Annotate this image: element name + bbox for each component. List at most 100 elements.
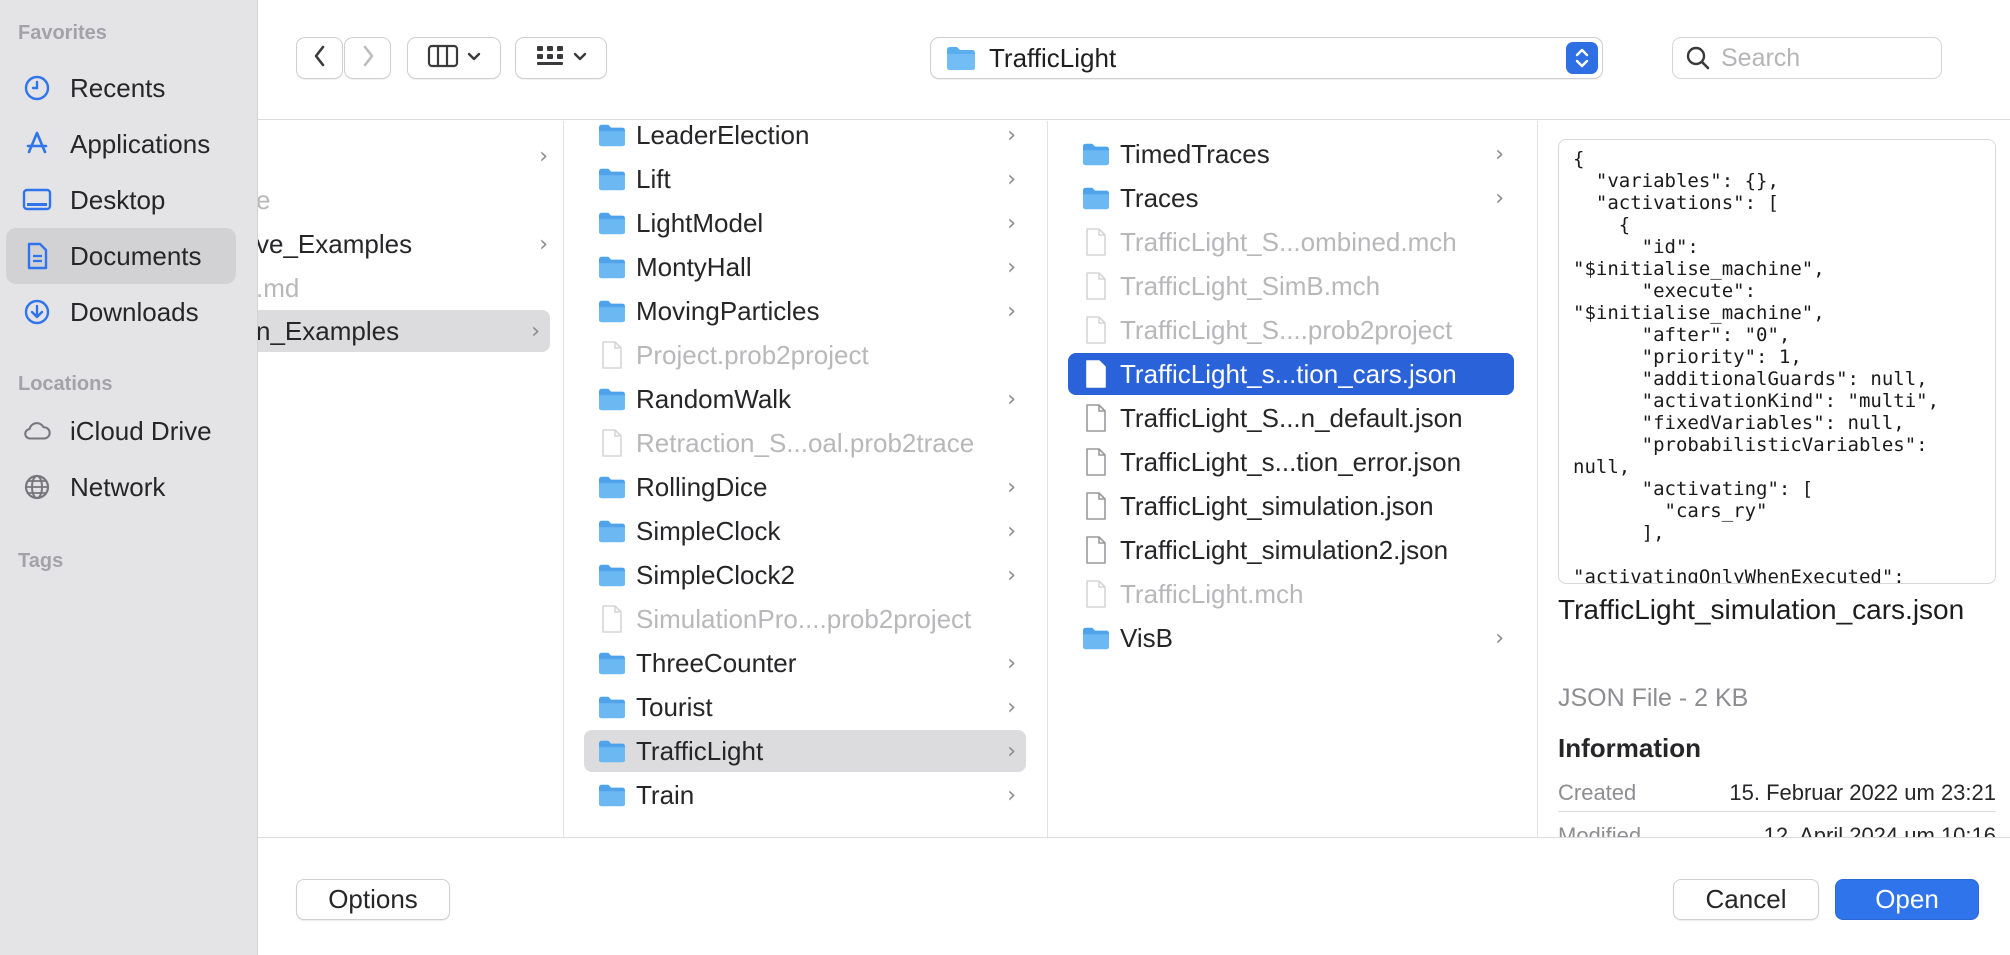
sidebar: Favorites Recents Applications Desktop D…	[0, 0, 258, 955]
folder-item[interactable]: VisB ›	[1068, 617, 1514, 659]
forward-button[interactable]	[344, 37, 391, 79]
file-content-preview[interactable]: { "variables": {}, "activations": [ { "i…	[1558, 139, 1996, 584]
file-item[interactable]: TrafficLight_S...ombined.mch	[1068, 221, 1514, 263]
folder-item[interactable]: Tourist ›	[584, 686, 1026, 728]
open-button[interactable]: Open	[1835, 879, 1979, 920]
info-modified-value: 12. April 2024 um 10:16	[1763, 823, 1996, 837]
columns-view-icon	[427, 43, 459, 74]
folder-item[interactable]: SimpleClock ›	[584, 510, 1026, 552]
folder-item[interactable]: TimedTraces ›	[1068, 133, 1514, 175]
file-icon	[1080, 271, 1112, 301]
item-label: Retraction_S...oal.prob2trace	[636, 427, 975, 458]
folder-item[interactable]: MovingParticles ›	[584, 290, 1026, 332]
sidebar-item-icloud-drive[interactable]: iCloud Drive	[6, 403, 236, 459]
list-item[interactable]: ›	[258, 135, 558, 177]
chevron-right-icon: ›	[1007, 387, 1016, 412]
folder-item[interactable]: Traces ›	[1068, 177, 1514, 219]
folder-item[interactable]: MontyHall ›	[584, 246, 1026, 288]
file-icon	[1080, 535, 1112, 565]
file-item[interactable]: TrafficLight_s...tion_error.json	[1068, 441, 1514, 483]
item-label: LightModel	[636, 207, 764, 238]
file-item[interactable]: Project.prob2project	[584, 334, 1026, 376]
list-item[interactable]: e	[258, 179, 558, 221]
file-item[interactable]: TrafficLight_S...n_default.json	[1068, 397, 1514, 439]
item-label: VisB	[1120, 622, 1173, 653]
chevron-right-icon: ›	[1007, 475, 1016, 500]
column-trafficlight[interactable]: TimedTraces › Traces › TrafficLight_S...ombi…	[1048, 121, 1538, 837]
file-item[interactable]: TrafficLight_simulation.json	[1068, 485, 1514, 527]
chevron-right-icon: ›	[1007, 299, 1016, 324]
chevron-down-icon	[467, 49, 481, 67]
file-item[interactable]: TrafficLight.mch	[1068, 573, 1514, 615]
sidebar-item-recents[interactable]: Recents	[6, 60, 236, 116]
chevron-left-icon	[312, 44, 328, 73]
chevron-right-icon: ›	[1007, 563, 1016, 588]
folder-item[interactable]: LeaderElection ›	[584, 121, 1026, 156]
item-label: TrafficLight.mch	[1120, 578, 1304, 609]
chevron-down-icon	[573, 49, 587, 67]
clock-icon	[22, 73, 52, 103]
item-label: TrafficLight_s...tion_cars.json	[1120, 358, 1457, 389]
file-item[interactable]: TrafficLight_SimB.mch	[1068, 265, 1514, 307]
item-label: ThreeCounter	[636, 647, 797, 678]
folder-icon	[596, 692, 628, 722]
list-item[interactable]: ve_Examples ›	[258, 223, 558, 265]
cloud-icon	[22, 416, 52, 446]
list-item[interactable]: n_Examples ›	[258, 310, 550, 352]
file-icon	[1080, 227, 1112, 257]
file-item[interactable]: TrafficLight_simulation2.json	[1068, 529, 1514, 571]
item-label: TrafficLight_s...tion_error.json	[1120, 446, 1462, 477]
folder-icon	[596, 780, 628, 810]
item-label: TrafficLight	[636, 735, 764, 766]
back-button[interactable]	[296, 37, 343, 79]
folder-item[interactable]: LightModel ›	[584, 202, 1026, 244]
item-label: TrafficLight_S...n_default.json	[1120, 402, 1463, 433]
sidebar-item-applications[interactable]: Applications	[6, 116, 236, 172]
information-heading: Information	[1558, 733, 1701, 763]
column-examples[interactable]: LeaderElection › Lift › LightModel › MontyHall…	[564, 121, 1048, 837]
sidebar-item-documents[interactable]: Documents	[6, 228, 236, 284]
item-label: RollingDice	[636, 471, 768, 502]
chevron-right-icon: ›	[1007, 739, 1016, 764]
sidebar-item-network[interactable]: Network	[6, 459, 236, 515]
file-item[interactable]: SimulationPro....prob2project	[584, 598, 1026, 640]
location-popup[interactable]: TrafficLight	[930, 37, 1603, 79]
chevron-right-icon: ›	[539, 232, 548, 257]
folder-item[interactable]: ThreeCounter ›	[584, 642, 1026, 684]
folder-item[interactable]: SimpleClock2 ›	[584, 554, 1026, 596]
chevron-right-icon: ›	[1495, 186, 1504, 211]
applications-icon	[22, 129, 52, 159]
list-item[interactable]: .md	[258, 267, 558, 309]
search-field[interactable]	[1672, 37, 1942, 79]
sidebar-item-downloads[interactable]: Downloads	[6, 284, 236, 340]
favorites-heading: Favorites	[18, 22, 107, 44]
folder-item[interactable]: Lift ›	[584, 158, 1026, 200]
file-item[interactable]: TrafficLight_S....prob2project	[1068, 309, 1514, 351]
document-icon	[22, 241, 52, 271]
info-modified-row: Modified 12. April 2024 um 10:16	[1558, 823, 1996, 837]
folder-icon	[596, 164, 628, 194]
preview-pane: { "variables": {}, "activations": [ { "i…	[1538, 121, 2010, 837]
item-label: TrafficLight_S....prob2project	[1120, 314, 1453, 345]
item-label: SimulationPro....prob2project	[636, 603, 972, 634]
folder-icon	[596, 384, 628, 414]
chevron-right-icon: ›	[539, 144, 548, 169]
folder-icon	[1080, 183, 1112, 213]
file-item[interactable]: TrafficLight_s...tion_cars.json	[1068, 353, 1514, 395]
up-down-arrows-icon	[1566, 42, 1598, 74]
group-by-button[interactable]	[515, 37, 607, 79]
file-item[interactable]: Retraction_S...oal.prob2trace	[584, 422, 1026, 464]
folder-item[interactable]: TrafficLight ›	[584, 730, 1026, 772]
view-mode-button[interactable]	[407, 37, 501, 79]
column-parent[interactable]: › e ve_Examples › .md n_Examples ›	[258, 121, 564, 837]
folder-item[interactable]: RandomWalk ›	[584, 378, 1026, 420]
cancel-button[interactable]: Cancel	[1673, 879, 1819, 920]
sidebar-item-desktop[interactable]: Desktop	[6, 172, 236, 228]
sidebar-item-label: Downloads	[70, 296, 199, 327]
info-created-row: Created 15. Februar 2022 um 23:21	[1558, 780, 1996, 806]
folder-item[interactable]: RollingDice ›	[584, 466, 1026, 508]
options-button[interactable]: Options	[296, 879, 450, 920]
chevron-right-icon: ›	[1007, 783, 1016, 808]
folder-item[interactable]: Train ›	[584, 774, 1026, 816]
search-input[interactable]	[1721, 43, 1921, 73]
